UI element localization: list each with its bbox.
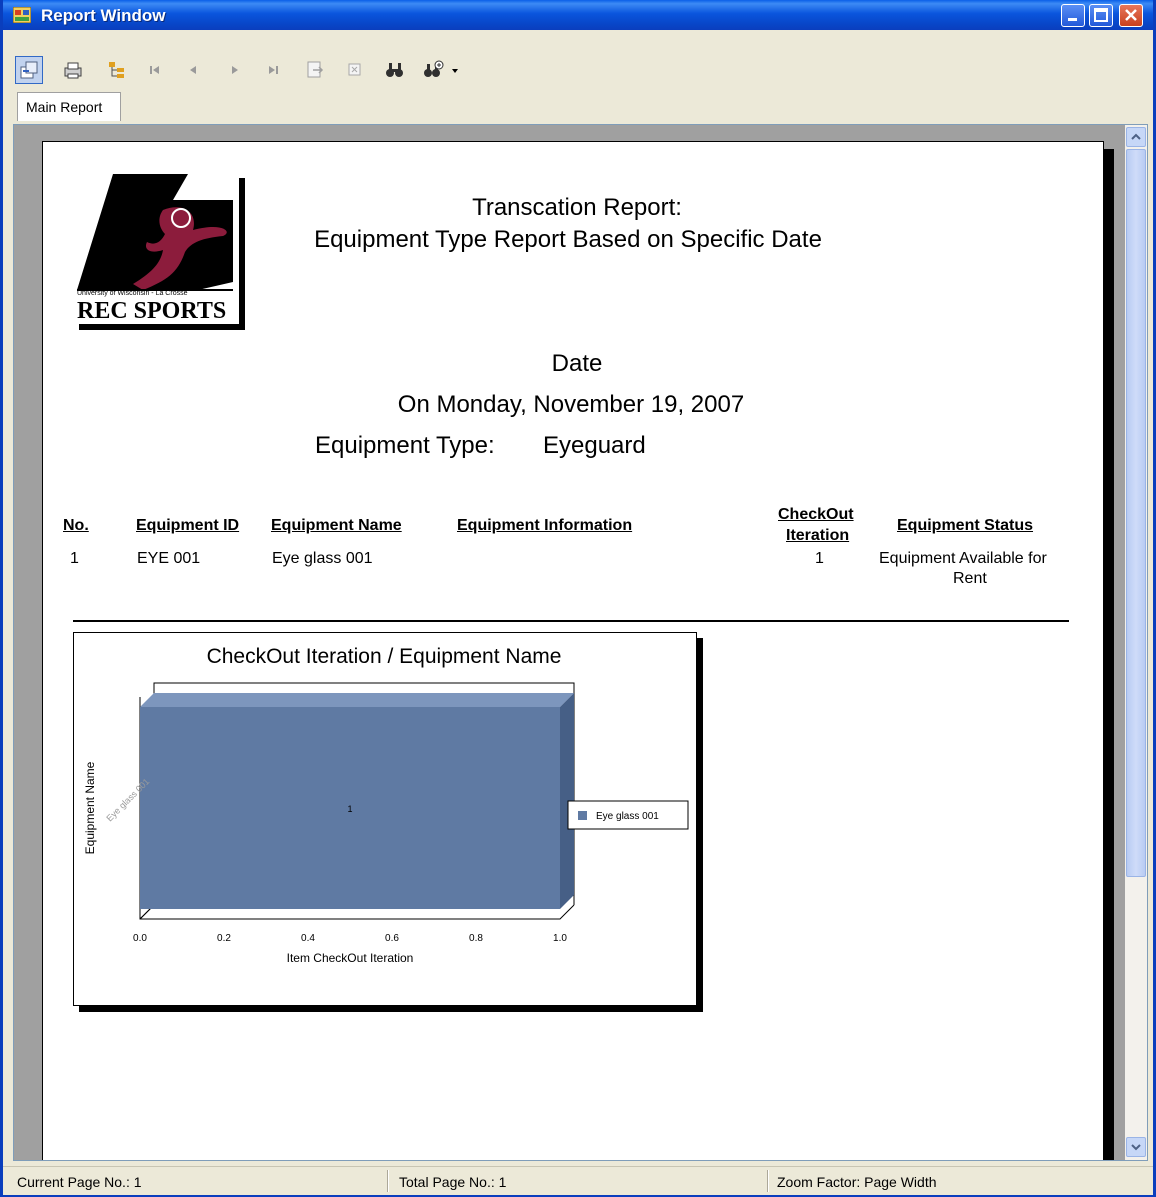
print-button[interactable] xyxy=(59,56,87,84)
tab-label: Main Report xyxy=(26,99,103,115)
status-separator xyxy=(387,1170,389,1192)
cell-checkout-iteration: 1 xyxy=(815,550,824,567)
report-page: University of Wisconsin - La Crosse REC … xyxy=(42,141,1104,1160)
col-header-equipment-name: Equipment Name xyxy=(271,517,402,534)
first-page-button[interactable] xyxy=(145,56,165,84)
col-header-equipment-information: Equipment Information xyxy=(457,517,633,534)
group-tree-button[interactable] xyxy=(103,56,131,84)
toggle-group-tree-icon xyxy=(20,61,38,79)
bar-top-face xyxy=(140,693,574,707)
toggle-group-tree-button[interactable] xyxy=(15,56,43,84)
zoom-button[interactable] xyxy=(421,56,461,84)
report-window: Report Window Main Report University of … xyxy=(0,0,1156,1197)
maximize-icon xyxy=(1094,8,1108,22)
logo-small-text: University of Wisconsin - La Crosse xyxy=(77,290,188,297)
report-title-line2: Equipment Type Report Based on Specific … xyxy=(314,226,822,253)
first-page-icon xyxy=(150,66,159,74)
legend-label: Eye glass 001 xyxy=(596,811,659,822)
col-header-checkout-iteration-1: CheckOut xyxy=(778,506,854,523)
x-tick-label: 0.2 xyxy=(217,933,231,944)
cell-status-line2: Rent xyxy=(953,570,987,587)
report-title-line1: Transcation Report: xyxy=(472,194,682,221)
bar-chart: 1 Eye glass 001 0.0 0.2 0.4 0.6 0.8 1.0 Item Che… xyxy=(83,682,689,965)
last-page-icon xyxy=(269,66,278,74)
report-viewer[interactable]: University of Wisconsin - La Crosse REC … xyxy=(13,124,1148,1161)
x-tick-label: 0.4 xyxy=(301,933,315,944)
find-icon xyxy=(386,63,403,77)
x-tick-label: 1.0 xyxy=(553,933,567,944)
group-tree-icon xyxy=(109,62,124,78)
status-separator xyxy=(767,1170,769,1192)
date-value: On Monday, November 19, 2007 xyxy=(397,391,745,418)
col-header-no: No. xyxy=(63,517,89,534)
x-tick-label: 0.6 xyxy=(385,933,399,944)
cell-equipment-id: EYE 001 xyxy=(137,550,201,567)
goto-page-button[interactable] xyxy=(303,56,327,84)
status-bar: Current Page No.: 1 Total Page No.: 1 Zo… xyxy=(3,1166,1153,1195)
logo-text: REC SPORTS xyxy=(77,298,227,324)
app-icon xyxy=(13,7,31,23)
equipment-type-value: Eyeguard xyxy=(543,432,646,459)
scroll-thumb[interactable] xyxy=(1126,149,1146,877)
scroll-down-button[interactable] xyxy=(1126,1137,1146,1157)
zoom-icon xyxy=(424,60,458,77)
cell-status-line1: Equipment Available for xyxy=(879,550,1047,567)
chevron-down-icon xyxy=(1131,1144,1141,1151)
minimize-button[interactable] xyxy=(1061,4,1085,27)
goto-page-icon xyxy=(307,61,324,78)
next-page-icon xyxy=(232,66,238,74)
close-button[interactable] xyxy=(1119,4,1143,27)
legend-swatch xyxy=(578,811,587,820)
cell-no: 1 xyxy=(70,550,79,567)
close-view-button[interactable] xyxy=(343,56,367,84)
date-label: Date xyxy=(551,350,603,377)
close-icon xyxy=(1125,9,1137,21)
x-tick-label: 0.8 xyxy=(469,933,483,944)
col-header-checkout-iteration-2: Iteration xyxy=(786,527,850,544)
tab-main-report[interactable]: Main Report xyxy=(17,92,121,121)
col-header-equipment-status: Equipment Status xyxy=(897,517,1034,534)
section-divider xyxy=(73,620,1069,622)
window-title: Report Window xyxy=(41,6,166,25)
maximize-button[interactable] xyxy=(1089,4,1113,27)
x-axis-label: Item CheckOut Iteration xyxy=(287,951,414,965)
cell-equipment-name: Eye glass 001 xyxy=(272,550,373,567)
close-view-icon xyxy=(348,63,361,76)
previous-page-button[interactable] xyxy=(183,56,203,84)
find-button[interactable] xyxy=(383,56,407,84)
scroll-up-button[interactable] xyxy=(1126,127,1146,147)
data-label: 1 xyxy=(347,804,352,814)
col-header-equipment-id: Equipment ID xyxy=(136,517,240,534)
print-icon xyxy=(64,62,82,79)
chevron-up-icon xyxy=(1131,133,1141,140)
next-page-button[interactable] xyxy=(225,56,245,84)
total-page-status: Total Page No.: 1 xyxy=(399,1174,507,1190)
previous-page-icon xyxy=(190,66,196,74)
x-tick-label: 0.0 xyxy=(133,933,147,944)
equipment-type-label: Equipment Type: xyxy=(315,432,495,459)
vertical-scrollbar[interactable] xyxy=(1125,125,1147,1160)
title-bar[interactable]: Report Window xyxy=(3,0,1153,30)
current-page-status: Current Page No.: 1 xyxy=(17,1174,142,1190)
chart-frame: CheckOut Iteration / Equipment Name 1 Eye… xyxy=(73,632,697,1006)
minimize-icon xyxy=(1068,18,1077,21)
y-axis-label: Equipment Name xyxy=(83,761,97,854)
last-page-button[interactable] xyxy=(263,56,283,84)
zoom-factor-status: Zoom Factor: Page Width xyxy=(777,1174,937,1190)
